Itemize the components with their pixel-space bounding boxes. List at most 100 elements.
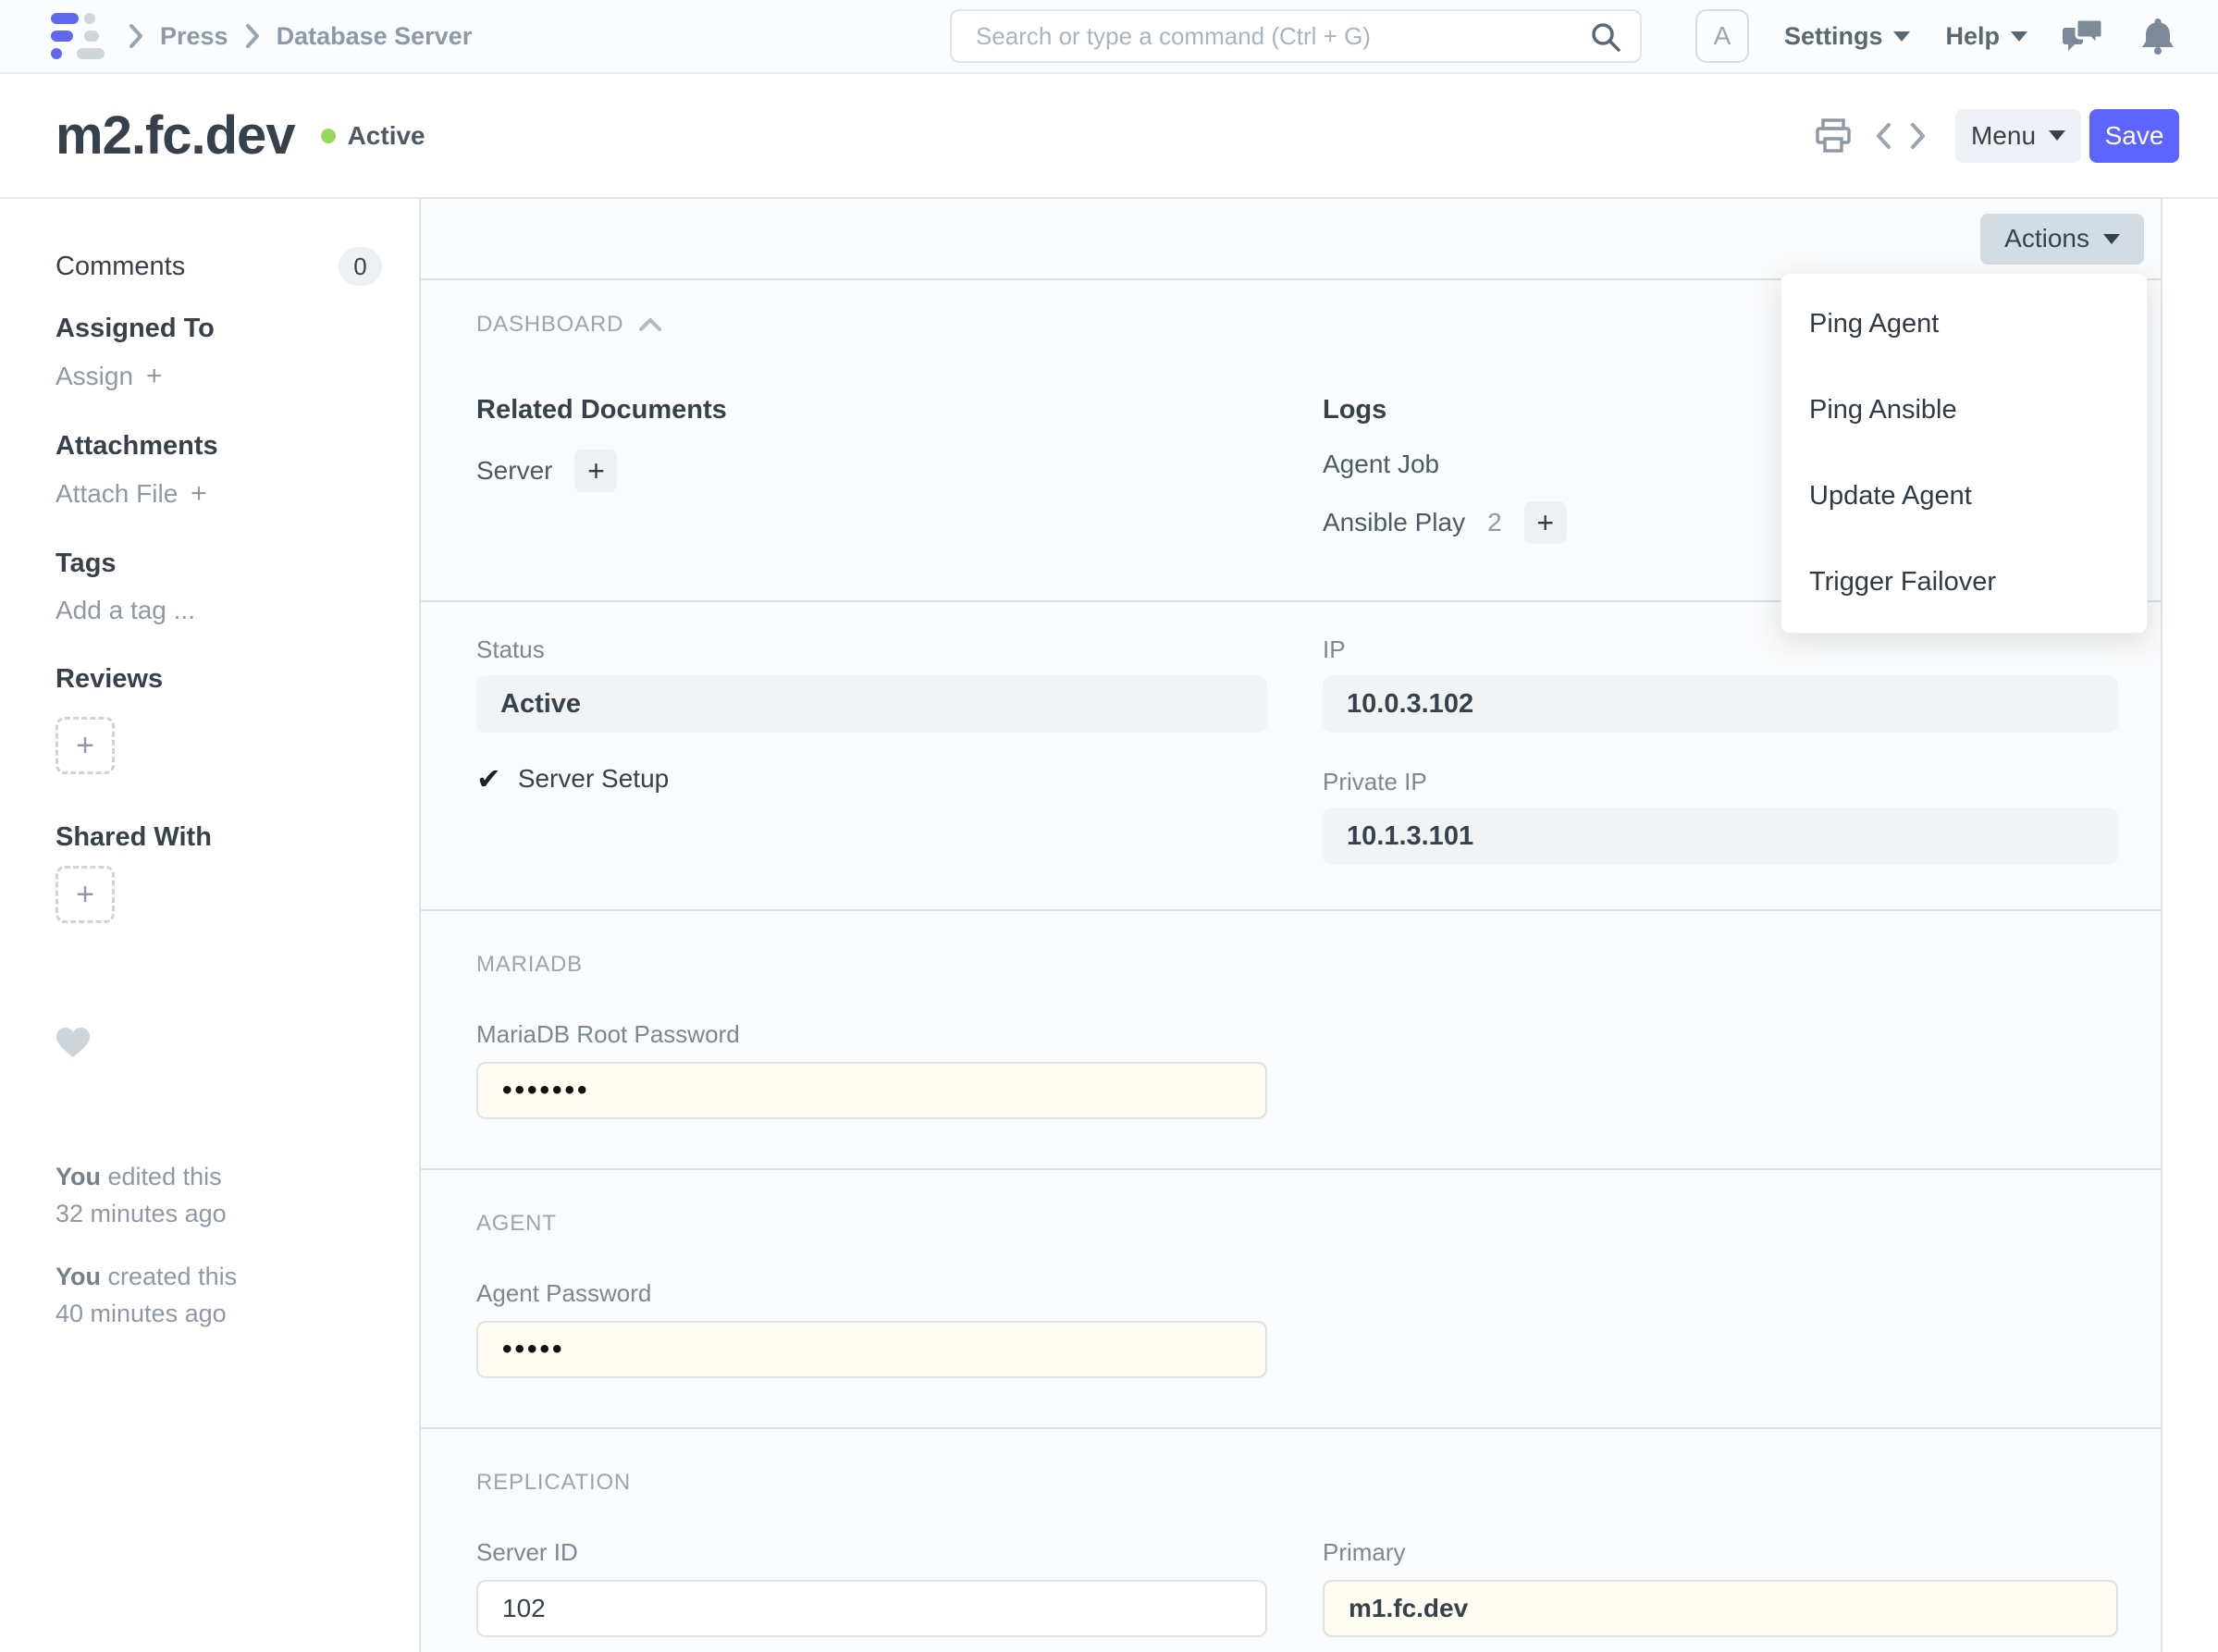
menu-button[interactable]: Menu	[1955, 108, 2081, 163]
primary-input[interactable]	[1323, 1580, 2118, 1637]
add-tag-input[interactable]: Add a tag ...	[55, 596, 195, 625]
attachments-heading: Attachments	[55, 431, 218, 461]
chevron-down-icon	[2049, 130, 2066, 141]
like-heart-icon[interactable]	[55, 1027, 91, 1058]
comments-count-badge: 0	[339, 247, 382, 286]
created-activity: You created this 40 minutes ago	[55, 1258, 382, 1332]
edited-activity: You edited this 32 minutes ago	[55, 1158, 382, 1232]
frappe-logo-icon[interactable]	[51, 11, 105, 61]
created-who: You	[55, 1263, 101, 1290]
ip-column: IP 10.0.3.102 Private IP 10.1.3.101	[1323, 635, 2118, 865]
mariadb-root-password-input[interactable]	[476, 1062, 1267, 1119]
app-screen: Press Database Server A Settings Help	[0, 0, 2218, 1652]
section-mariadb: MARIADB MariaDB Root Password	[421, 911, 2161, 1170]
status-indicator-label: Active	[347, 120, 425, 150]
agent-section-label: AGENT	[476, 1211, 557, 1236]
page-head-actions: Menu Save	[1815, 108, 2179, 163]
check-icon: ✔	[476, 762, 501, 795]
navbar-right: A Settings Help	[1694, 9, 2175, 63]
add-review-button[interactable]: +	[55, 717, 115, 774]
created-action: created this	[107, 1263, 238, 1290]
dashboard-section-header[interactable]: DASHBOARD	[476, 312, 662, 338]
server-id-input[interactable]	[476, 1580, 1267, 1637]
prev-record-button[interactable]	[1872, 120, 1894, 152]
shared-with-heading: Shared With	[55, 822, 212, 852]
section-status: Status Active ✔ Server Setup IP 10.0.3.1…	[421, 602, 2161, 911]
attach-file-button[interactable]: Attach File +	[55, 478, 207, 510]
bell-icon[interactable]	[2140, 16, 2175, 56]
status-field-value: Active	[476, 675, 1267, 733]
help-label: Help	[1945, 21, 2000, 50]
printer-icon	[1816, 117, 1851, 153]
server-setup-label: Server Setup	[517, 764, 670, 793]
assign-button[interactable]: Assign +	[55, 361, 163, 392]
section-replication: REPLICATION Server ID Primary	[421, 1429, 2161, 1652]
menu-item-ping-agent[interactable]: Ping Agent	[1781, 281, 2147, 367]
navbar: Press Database Server A Settings Help	[0, 0, 2218, 74]
chat-icon[interactable]	[2063, 17, 2105, 55]
chevron-up-icon	[639, 318, 662, 331]
breadcrumb: Press Database Server	[127, 22, 472, 51]
add-ansible-play-button[interactable]: +	[1523, 501, 1567, 544]
add-tag-placeholder: Add a tag ...	[55, 596, 195, 624]
menu-item-ping-ansible[interactable]: Ping Ansible	[1781, 367, 2147, 453]
right-gutter	[2163, 199, 2218, 1652]
edited-who: You	[55, 1163, 101, 1190]
private-ip-field-value: 10.1.3.101	[1323, 808, 2118, 865]
section-agent: AGENT Agent Password	[421, 1170, 2161, 1429]
next-record-button[interactable]	[1907, 120, 1929, 152]
chevron-down-icon	[2103, 233, 2120, 244]
breadcrumb-press[interactable]: Press	[160, 22, 228, 51]
actions-button-label: Actions	[2004, 224, 2089, 253]
ip-field-value: 10.0.3.102	[1323, 675, 2118, 733]
created-when: 40 minutes ago	[55, 1300, 227, 1327]
ip-field-label: IP	[1323, 635, 1346, 663]
print-button[interactable]	[1815, 117, 1852, 154]
ansible-play-link[interactable]: Ansible Play	[1323, 508, 1465, 537]
settings-label: Settings	[1783, 21, 1883, 50]
related-doc-server-link[interactable]: Server	[476, 456, 552, 486]
status-field-label: Status	[476, 635, 545, 663]
agent-password-label: Agent Password	[476, 1279, 652, 1307]
plus-icon: +	[191, 478, 207, 509]
chevron-right-icon	[245, 24, 259, 48]
menu-item-update-agent[interactable]: Update Agent	[1781, 453, 2147, 539]
agent-password-input[interactable]	[476, 1321, 1267, 1378]
avatar[interactable]: A	[1694, 9, 1749, 63]
assigned-to-heading: Assigned To	[55, 314, 215, 343]
actions-button[interactable]: Actions	[1980, 213, 2144, 265]
assign-label: Assign	[55, 362, 134, 390]
add-share-button[interactable]: +	[55, 866, 115, 923]
search-input[interactable]	[949, 9, 1642, 63]
comments-row[interactable]: Comments 0	[55, 247, 382, 286]
related-documents-heading: Related Documents	[476, 395, 727, 425]
edited-action: edited this	[107, 1163, 222, 1190]
menu-item-trigger-failover[interactable]: Trigger Failover	[1781, 539, 2147, 625]
search-icon[interactable]	[1590, 21, 1621, 53]
attach-file-label: Attach File	[55, 479, 179, 508]
chevron-down-icon	[2011, 31, 2027, 42]
server-setup-checkbox[interactable]: ✔ Server Setup	[476, 764, 1267, 794]
ansible-play-count: 2	[1487, 508, 1502, 536]
agent-job-link[interactable]: Agent Job	[1323, 450, 1439, 479]
chevron-right-icon	[1911, 122, 1925, 149]
page-head: m2.fc.dev Active Menu Save	[0, 74, 2218, 199]
add-server-button[interactable]: +	[574, 450, 618, 492]
chevron-right-icon	[129, 24, 142, 48]
help-menu[interactable]: Help	[1945, 22, 2027, 51]
tags-heading: Tags	[55, 549, 117, 578]
edited-when: 32 minutes ago	[55, 1200, 227, 1227]
private-ip-field-label: Private IP	[1323, 768, 1427, 795]
status-column: Status Active ✔ Server Setup	[476, 635, 1267, 865]
settings-menu[interactable]: Settings	[1784, 22, 1911, 51]
reviews-heading: Reviews	[55, 664, 164, 694]
form-toolbar: Actions	[421, 199, 2161, 280]
global-search	[949, 9, 1642, 63]
plus-icon: +	[146, 361, 163, 391]
plus-icon: +	[587, 453, 605, 487]
save-button[interactable]: Save	[2089, 108, 2179, 163]
page-title: m2.fc.dev	[55, 105, 296, 166]
breadcrumb-database-server[interactable]: Database Server	[277, 22, 473, 51]
chevron-down-icon	[1893, 31, 1911, 42]
save-button-label: Save	[2104, 120, 2164, 150]
